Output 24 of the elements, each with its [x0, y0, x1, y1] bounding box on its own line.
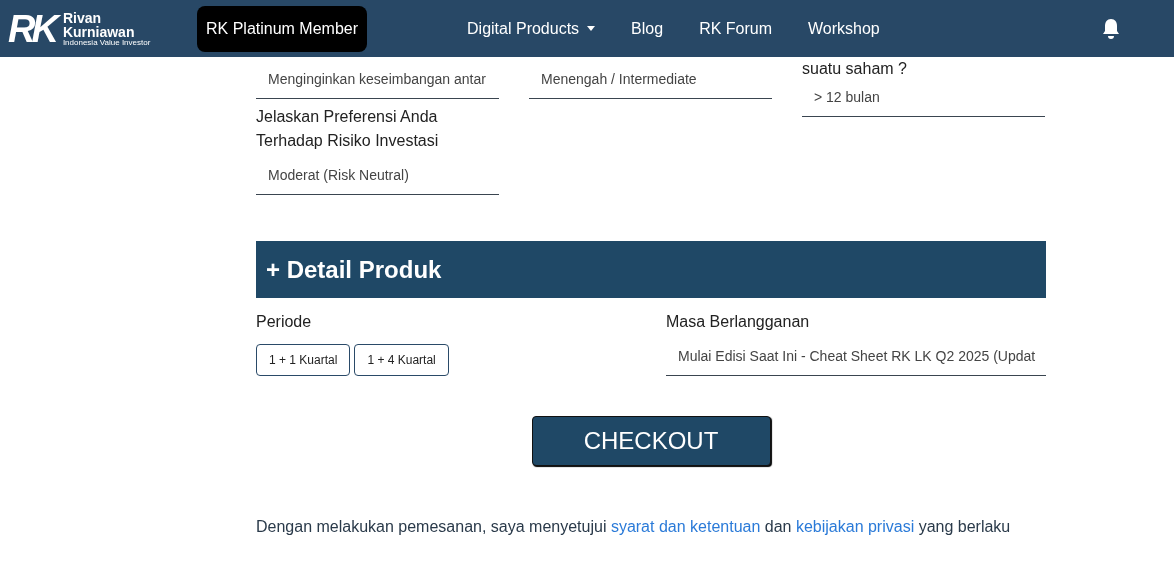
caret-icon — [587, 26, 596, 31]
agreement-text: Dengan melakukan pemesanan, saya menyetujui syarat dan ketentuan dan kebijakan privasi yang berlaku — [256, 517, 1012, 537]
nav-link[interactable]: Workshop — [808, 16, 880, 41]
member-badge[interactable]: RK Platinum Member — [197, 5, 368, 52]
nav-link[interactable]: Digital Products — [467, 16, 596, 41]
select-field[interactable]: > 12 bulan — [802, 79, 1045, 117]
option-button[interactable]: 1 + 1 Kuartal — [256, 344, 351, 376]
select-field[interactable]: Menengah / Intermediate — [529, 61, 772, 99]
field-label: Jelaskan Preferensi Anda Terhadap Risiko Investasi — [256, 107, 440, 151]
section-header: + Detail Produk — [256, 241, 1046, 298]
option-button[interactable]: 1 + 4 Kuartal — [354, 344, 449, 376]
checkout-button[interactable]: CHECKOUT — [531, 416, 771, 466]
bell-icon[interactable] — [1101, 17, 1121, 40]
select-field[interactable]: Menginginkan keseimbangan antar — [256, 61, 499, 99]
field-label: Periode — [256, 312, 313, 332]
privacy-link[interactable]: kebijakan privasi — [795, 518, 915, 535]
select-field[interactable]: Mulai Edisi Saat Ini - Cheat Sheet RK LK Q2 2025 (Updat — [666, 338, 1046, 376]
field-label: suatu saham ? — [802, 59, 907, 79]
logo-tagline: Indonesia Value Investor — [62, 38, 151, 47]
nav-link[interactable]: Blog — [631, 16, 664, 41]
terms-link[interactable]: syarat dan ketentuan — [610, 518, 761, 535]
field-label: Masa Berlangganan — [666, 312, 811, 332]
select-field[interactable]: Moderat (Risk Neutral) — [256, 157, 499, 195]
nav-link[interactable]: RK Forum — [699, 16, 773, 41]
